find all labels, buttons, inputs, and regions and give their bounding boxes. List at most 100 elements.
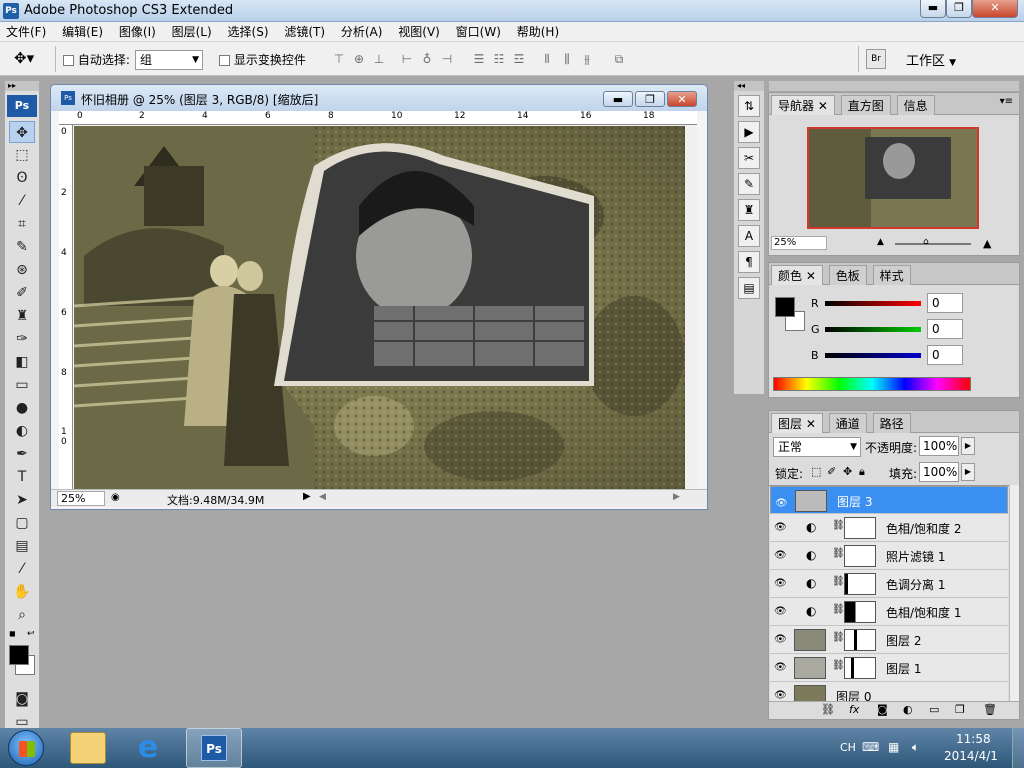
panel-menu-icon[interactable]: ▾≡ [1000,96,1013,107]
clock-time[interactable]: 11:58 [956,732,991,746]
layer-row[interactable]: 👁︎ ◐ ⛓ 色调分离 1 [770,570,1008,598]
red-slider[interactable] [825,301,921,306]
volume-icon[interactable]: 🔈︎ [912,740,919,755]
healing-brush-icon[interactable]: ⊛ [9,259,35,281]
hand-tool-icon[interactable]: ✋ [9,581,35,603]
path-select-icon[interactable]: ➤ [9,489,35,511]
foreground-color-chip[interactable] [775,297,795,317]
layer-row[interactable]: 👁︎ ◐ ⛓ 照片滤镜 1 [770,542,1008,570]
navigator-thumbnail[interactable] [807,127,979,229]
red-value-field[interactable]: 0 [927,293,963,313]
align-hcenter-icon[interactable]: ♁ [416,50,438,68]
tab-layers[interactable]: 图层 ✕ [771,413,823,433]
menu-select[interactable]: 选择(S) [222,22,275,42]
auto-select-checkbox[interactable] [63,55,74,66]
layer-row[interactable]: 👁︎ ⛓ 图层 2 [770,626,1008,654]
tab-paths[interactable]: 路径 [872,413,911,433]
align-left-icon[interactable]: ⊢ [396,50,418,68]
doc-close-button[interactable]: ✕ [667,91,697,107]
tab-styles[interactable]: 样式 [872,265,911,285]
fill-slider-arrow-icon[interactable]: ▶ [961,463,975,481]
blue-value-field[interactable]: 0 [927,345,963,365]
clone-source-icon[interactable]: ♜ [738,199,760,221]
tab-histogram[interactable]: 直方图 [840,95,891,115]
pen-tool-icon[interactable]: ✒ [9,443,35,465]
move-tool-preset-icon[interactable]: ✥▾ [14,49,34,67]
quick-mask-icon[interactable]: ◙ [9,688,35,710]
show-transform-checkbox[interactable] [219,55,230,66]
link-icon[interactable]: ⛓ [832,660,845,671]
scroll-right-icon[interactable]: ▶ [673,492,680,502]
opacity-field[interactable]: 100% [919,436,959,456]
align-vcenter-icon[interactable]: ⊕ [348,50,370,68]
vertical-scrollbar[interactable] [685,125,697,489]
green-value-field[interactable]: 0 [927,319,963,339]
menu-file[interactable]: 文件(F) [0,22,52,42]
link-icon[interactable]: ⛓ [832,632,845,643]
tool-presets-icon[interactable]: ✂ [738,147,760,169]
restore-button[interactable]: ❐ [946,0,972,18]
layer-row[interactable]: 👁︎ 图层 0 [770,682,1008,701]
ruler-vertical[interactable]: 0 2 4 6 8 1 0 [59,125,73,489]
brush-tool-icon[interactable]: ✐ [9,282,35,304]
default-colors-icon[interactable]: ◼ [9,629,16,638]
input-language[interactable]: CH [840,741,856,754]
visibility-eye-icon[interactable]: 👁︎ [774,690,787,701]
close-button[interactable]: ✕ [972,0,1018,18]
zoom-level-field[interactable]: 25% [57,491,105,506]
magic-wand-icon[interactable]: ⁄ [9,190,35,212]
tab-info[interactable]: 信息 [896,95,935,115]
distribute-vcenter-icon[interactable]: ☷ [488,50,510,68]
add-mask-icon[interactable]: ◙ [877,703,888,716]
layer-row[interactable]: 👁︎ 图层 3 [770,486,1008,514]
layer-row[interactable]: 👁︎ ◐ ⛓ 色相/饱和度 1 [770,598,1008,626]
link-icon[interactable]: ⛓ [832,520,845,531]
link-icon[interactable]: ⛓ [832,548,845,559]
workspace-menu[interactable]: 工作区 ▼ [906,50,956,69]
new-adjustment-icon[interactable]: ◐ [903,703,913,716]
scroll-left-icon[interactable]: ◀ [319,492,326,502]
marquee-tool-icon[interactable]: ⬚ [9,144,35,166]
lock-pixels-icon[interactable]: ✐ [827,465,836,478]
layer-row[interactable]: 👁︎ ◐ ⛓ 色相/饱和度 2 [770,514,1008,542]
blue-slider[interactable] [825,353,921,358]
blur-tool-icon[interactable]: ● [9,397,35,419]
gradient-tool-icon[interactable]: ▭ [9,374,35,396]
visibility-eye-icon[interactable]: 👁︎ [774,522,787,533]
panel-group-grip[interactable] [768,80,1020,92]
distribute-top-icon[interactable]: ☰ [468,50,490,68]
delete-layer-icon[interactable]: 🗑︎ [983,703,997,716]
distribute-right-icon[interactable]: ⫵ [576,50,598,68]
photoshop-taskbar-button[interactable]: Ps [186,728,242,768]
zoom-in-icon[interactable]: ▲ [983,237,991,250]
dock-grip[interactable]: ◂◂ [734,81,764,91]
align-right-icon[interactable]: ⊣ [436,50,458,68]
notes-tool-icon[interactable]: ▤ [9,535,35,557]
visibility-eye-icon[interactable]: 👁︎ [774,662,787,673]
link-icon[interactable]: ⛓ [832,604,845,615]
link-layers-icon[interactable]: ⛓ [821,703,835,716]
keyboard-icon[interactable]: ⌨ [862,740,879,754]
align-top-icon[interactable]: ⊤ [328,50,350,68]
ruler-horizontal[interactable]: 0 2 4 6 8 10 12 14 16 18 [59,111,697,125]
dodge-tool-icon[interactable]: ◐ [9,420,35,442]
internet-explorer-icon[interactable]: e [130,730,166,766]
navigator-zoom-field[interactable]: 25% [771,236,827,250]
layer-row[interactable]: 👁︎ ⛓ 图层 1 [770,654,1008,682]
zoom-tool-icon[interactable]: ⌕ [9,604,35,626]
align-bottom-icon[interactable]: ⊥ [368,50,390,68]
slider-thumb-icon[interactable]: ⌂ [923,237,929,247]
visibility-eye-icon[interactable]: 👁︎ [774,578,787,589]
distribute-left-icon[interactable]: ⫴ [536,50,558,68]
document-title-bar[interactable]: Ps 怀旧相册 @ 25% (图层 3, RGB/8) [缩放后] ▬ ❐ ✕ [51,85,707,111]
move-tool-icon[interactable]: ✥ [9,121,35,143]
menu-window[interactable]: 窗口(W) [450,22,507,42]
distribute-hcenter-icon[interactable]: ⫼ [556,50,578,68]
visibility-eye-icon[interactable]: 👁︎ [775,495,788,513]
file-explorer-icon[interactable] [70,732,106,764]
menu-analysis[interactable]: 分析(A) [335,22,389,42]
link-icon[interactable]: ⛓ [832,576,845,587]
new-layer-icon[interactable]: ❐ [955,703,965,716]
menu-view[interactable]: 视图(V) [392,22,446,42]
menu-layer[interactable]: 图层(L) [166,22,218,42]
